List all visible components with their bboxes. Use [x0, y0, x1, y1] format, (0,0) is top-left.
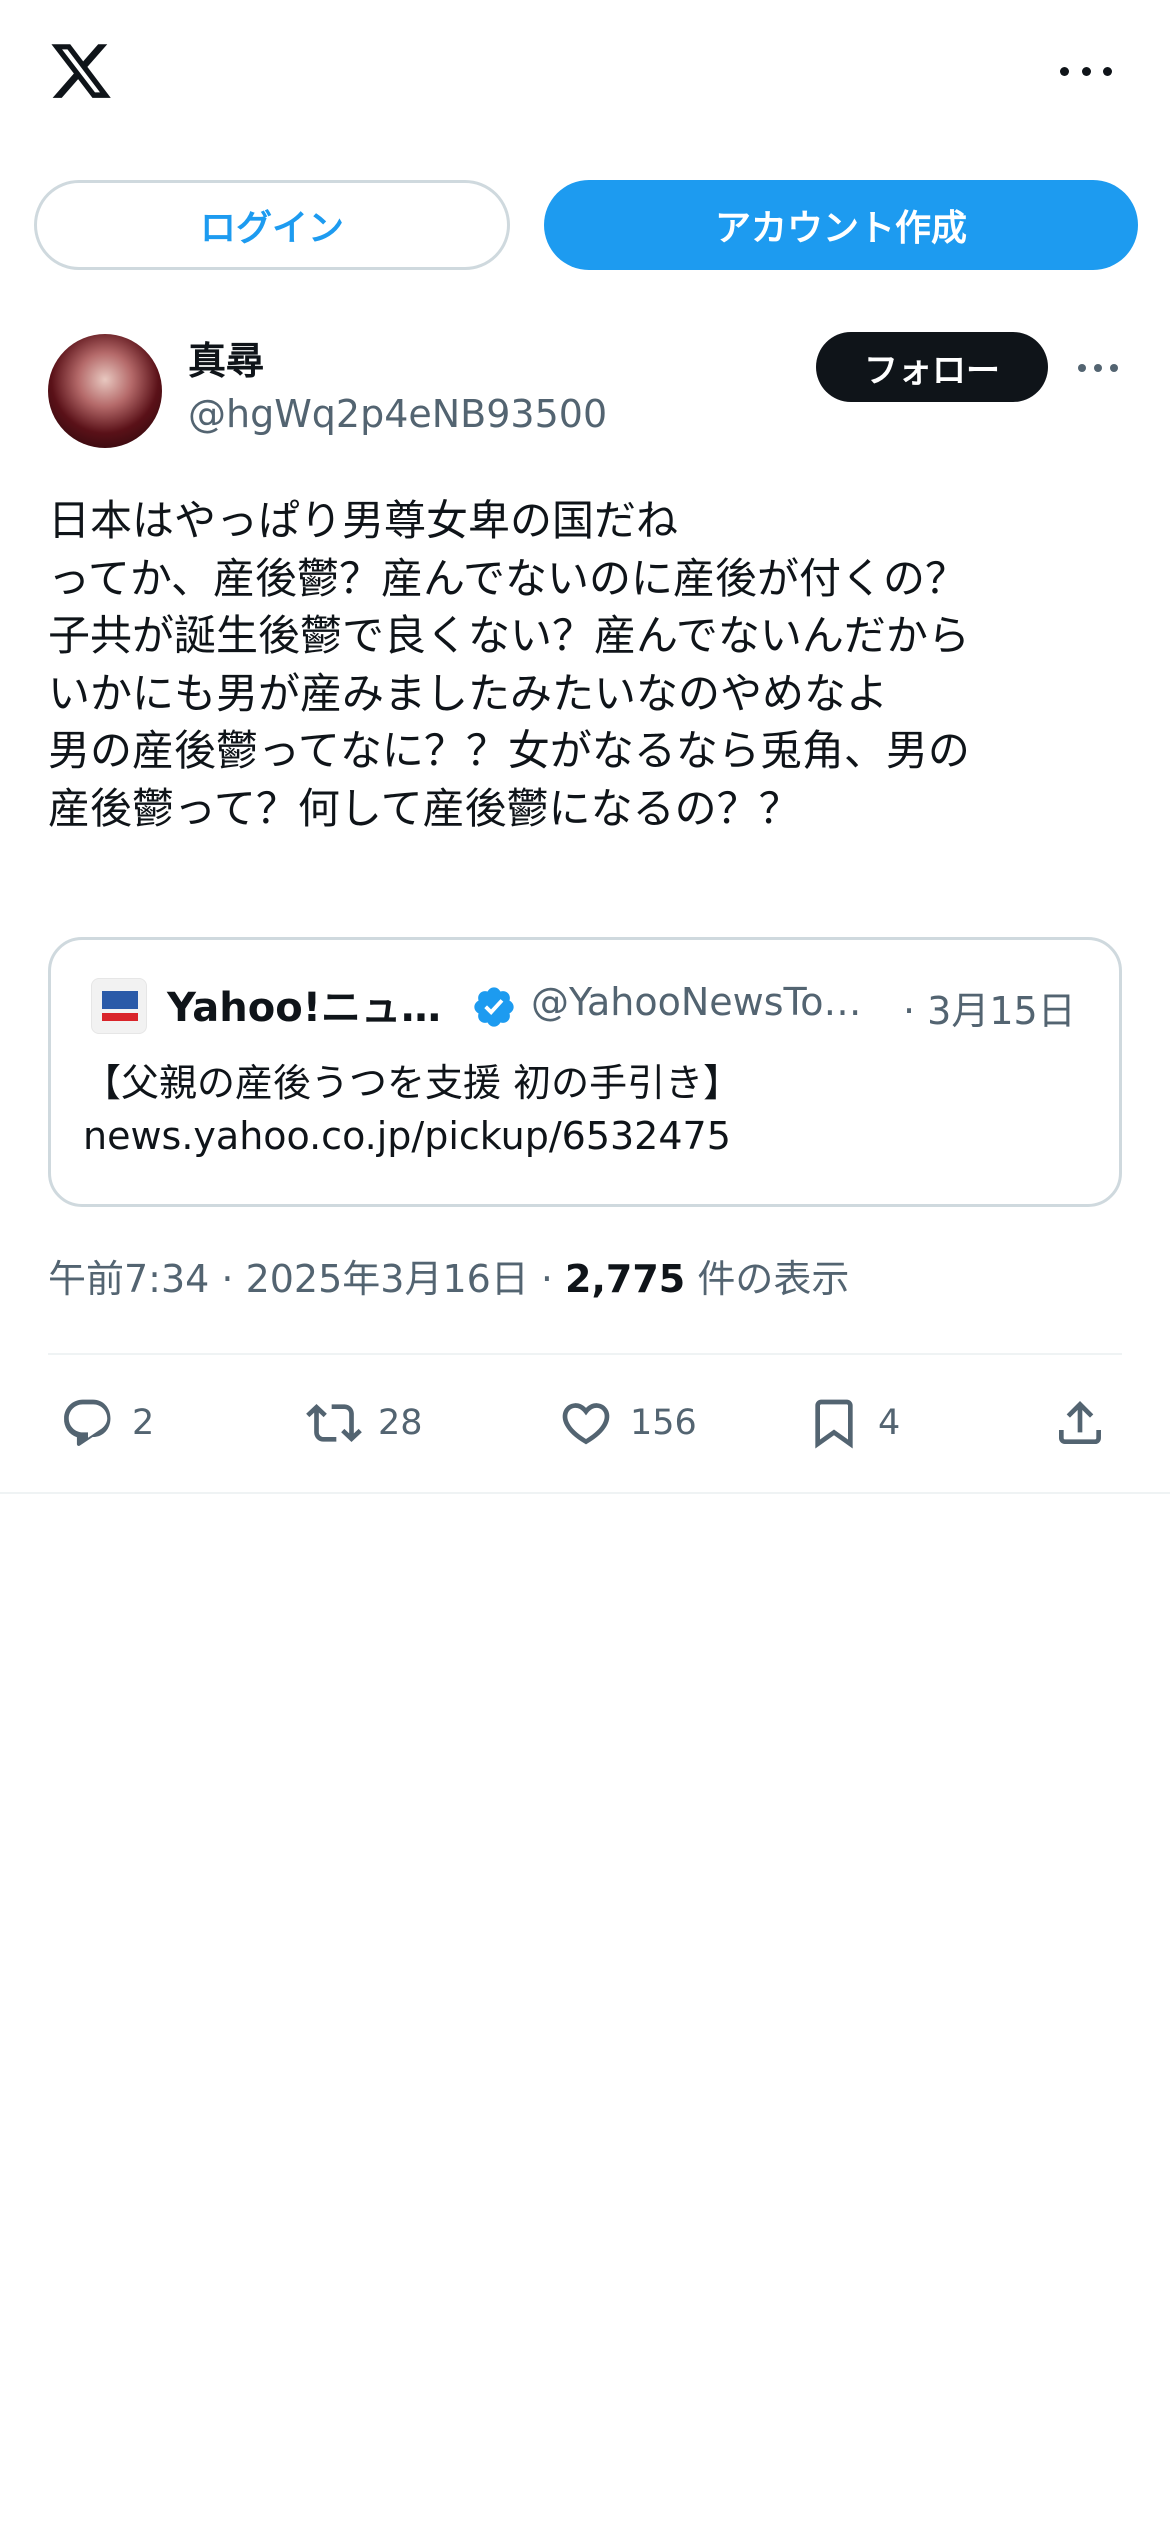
user-handle[interactable]: @hgWq2p4eNB93500 [188, 392, 607, 436]
login-button[interactable]: ログイン [34, 180, 510, 270]
quote-link[interactable]: news.yahoo.co.jp/pickup/6532475 [83, 1114, 731, 1158]
reply-count: 2 [132, 1403, 155, 1443]
quote-text: 【父親の産後うつを支援 初の手引き】 [83, 1061, 742, 1105]
views-label: 件の表示 [685, 1257, 850, 1301]
x-logo-icon[interactable] [46, 38, 116, 104]
more-icon[interactable] [1060, 56, 1112, 86]
tweet-meta: 午前7:34 · 2025年3月16日 · 2,775 件の表示 [48, 1248, 849, 1303]
quote-avatar [91, 978, 147, 1034]
divider [48, 1353, 1122, 1355]
heart-icon [562, 1403, 610, 1445]
tweet-more-icon[interactable] [1078, 363, 1118, 373]
bookmark-button[interactable]: 4 [806, 1393, 900, 1453]
quote-date: · 3月15日 [903, 989, 1076, 1033]
bookmark-icon [815, 1399, 853, 1449]
views-count: 2,775 [565, 1257, 686, 1301]
share-icon [1059, 1401, 1101, 1444]
retweet-icon [306, 1404, 362, 1442]
retweet-button[interactable]: 28 [306, 1393, 423, 1453]
top-bar [0, 0, 1170, 150]
share-button[interactable] [1052, 1393, 1108, 1453]
verified-badge-icon [474, 987, 514, 1027]
quote-handle: @YahooNewsTo… [531, 980, 862, 1024]
quote-display-name: Yahoo!ニュ… [167, 985, 441, 1031]
tweet-text: 日本はやっぱり男尊女卑の国だね ってか、産後鬱？産んでないのに産後が付くの？ 子… [48, 496, 970, 833]
like-count: 156 [630, 1403, 697, 1443]
timestamp[interactable]: 午前7:34 · 2025年3月16日 · [48, 1257, 565, 1301]
follow-button[interactable]: フォロー [816, 332, 1048, 402]
reply-button[interactable]: 2 [60, 1393, 154, 1453]
like-button[interactable]: 156 [558, 1393, 697, 1453]
quoted-tweet[interactable]: Yahoo!ニュ… @YahooNewsTo… · 3月15日 【父親の産後うつ… [48, 937, 1122, 1207]
divider-bottom [0, 1492, 1170, 1494]
bookmark-count: 4 [878, 1403, 901, 1443]
display-name[interactable]: 真尋 [188, 330, 264, 385]
retweet-count: 28 [378, 1403, 423, 1443]
avatar[interactable] [48, 334, 162, 448]
signup-button[interactable]: アカウント作成 [544, 180, 1138, 270]
reply-icon [64, 1399, 111, 1446]
